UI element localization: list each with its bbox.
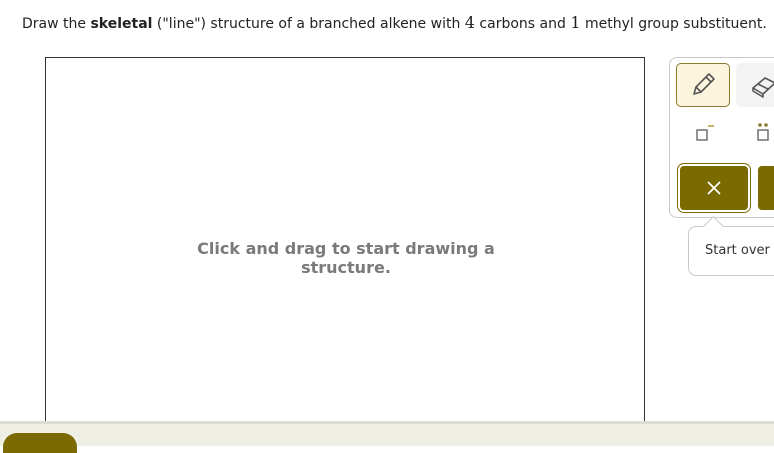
prompt-text: Draw the — [22, 16, 91, 32]
pencil-tool-button[interactable] — [676, 63, 730, 107]
prompt-text: carbons and — [474, 16, 571, 32]
more-tools-button[interactable] — [758, 166, 774, 210]
start-over-tooltip: Start over — [688, 226, 774, 276]
lone-pair-icon — [757, 123, 769, 141]
pencil-icon — [693, 73, 715, 95]
bottom-tab-button[interactable] — [3, 433, 77, 453]
question-prompt: Draw the skeletal ("line") structure of … — [22, 13, 767, 34]
eraser-icon — [752, 77, 774, 98]
close-icon — [707, 181, 721, 195]
eraser-tool-button[interactable] — [736, 63, 774, 107]
carbon-count: 4 — [464, 13, 475, 32]
negative-charge-tool-button[interactable] — [676, 111, 730, 155]
prompt-text: ("line") structure of a branched alkene … — [152, 16, 465, 32]
prompt-text: methyl group substituent. — [580, 16, 767, 32]
lone-pair-tool-button[interactable] — [736, 111, 774, 155]
bottom-bar — [0, 421, 774, 446]
methyl-count: 1 — [570, 13, 581, 32]
negative-charge-icon — [696, 125, 714, 141]
canvas-hint: Click and drag to start drawing a struct… — [197, 239, 495, 277]
drawing-canvas[interactable]: Click and drag to start drawing a struct… — [45, 57, 645, 427]
drawing-toolbox — [669, 57, 774, 218]
tooltip-label: Start over — [705, 243, 770, 258]
start-over-button[interactable] — [680, 166, 748, 210]
prompt-bold-term: skeletal — [90, 16, 153, 32]
